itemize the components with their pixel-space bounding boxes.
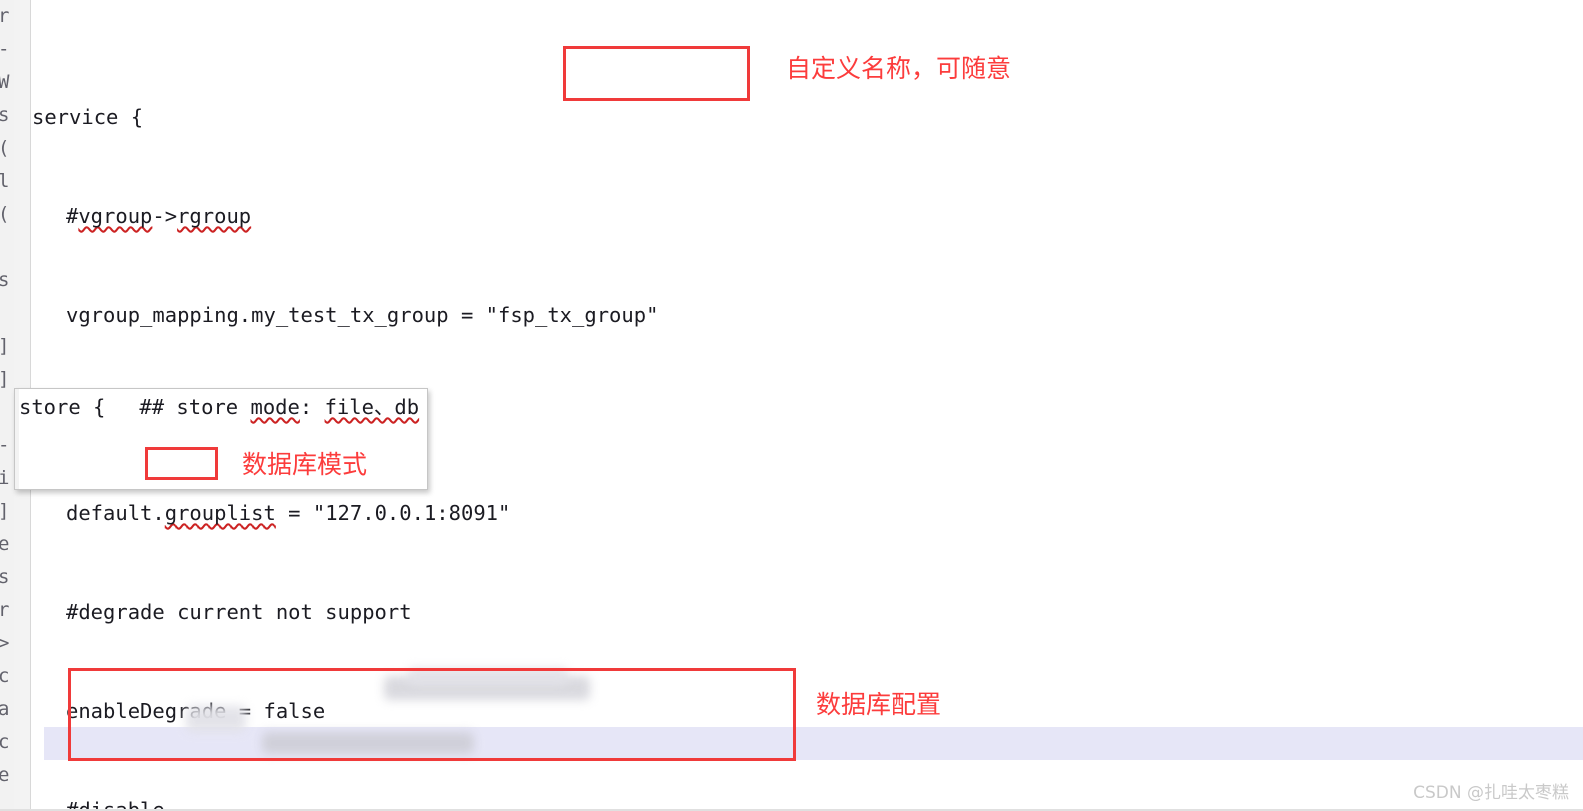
background-window-strip: r - W s ( l ( s ] ] - i ] e s r > c a c … [0,0,15,811]
code-line: service { [32,105,144,129]
code-line: default.grouplist = "127.0.0.1:8091" [66,501,511,525]
redacted-host-blur-2 [408,668,568,686]
code-line: #degrade current not support [66,600,412,624]
tx-group-annotation: 自定义名称，可随意 [786,54,1012,83]
redacted-password-blur [262,732,474,754]
code-line: vgroup_mapping.my_test_tx_group = "fsp_t… [66,303,659,327]
clipped-background-line: #vgroup->rgroup store mode remark [70,374,1170,384]
db-mode-annotation: 数据库模式 [242,450,368,479]
code-line: #vgroup->rgroup [66,204,252,228]
background-window-text: r - W s ( l ( s ] ] - i ] e s r > c a c … [0,0,14,792]
code-line: enableDegrade = false [66,699,326,723]
overlay-code-line: mode = "db" [419,395,427,419]
db-config-annotation: 数据库配置 [816,690,942,719]
csdn-watermark: CSDN @扎哇太枣糕 [1413,783,1569,803]
redacted-user-blur [186,706,246,732]
overlay-code-line: store { [19,395,106,419]
screenshot-root: r - W s ( l ( s ] ] - i ] e s r > c a c … [0,0,1583,811]
overlay-code-line: ## store mode: file、db [139,395,420,419]
overlay-code-content: store { ## store mode: file、dbmode = "db" [19,389,427,424]
